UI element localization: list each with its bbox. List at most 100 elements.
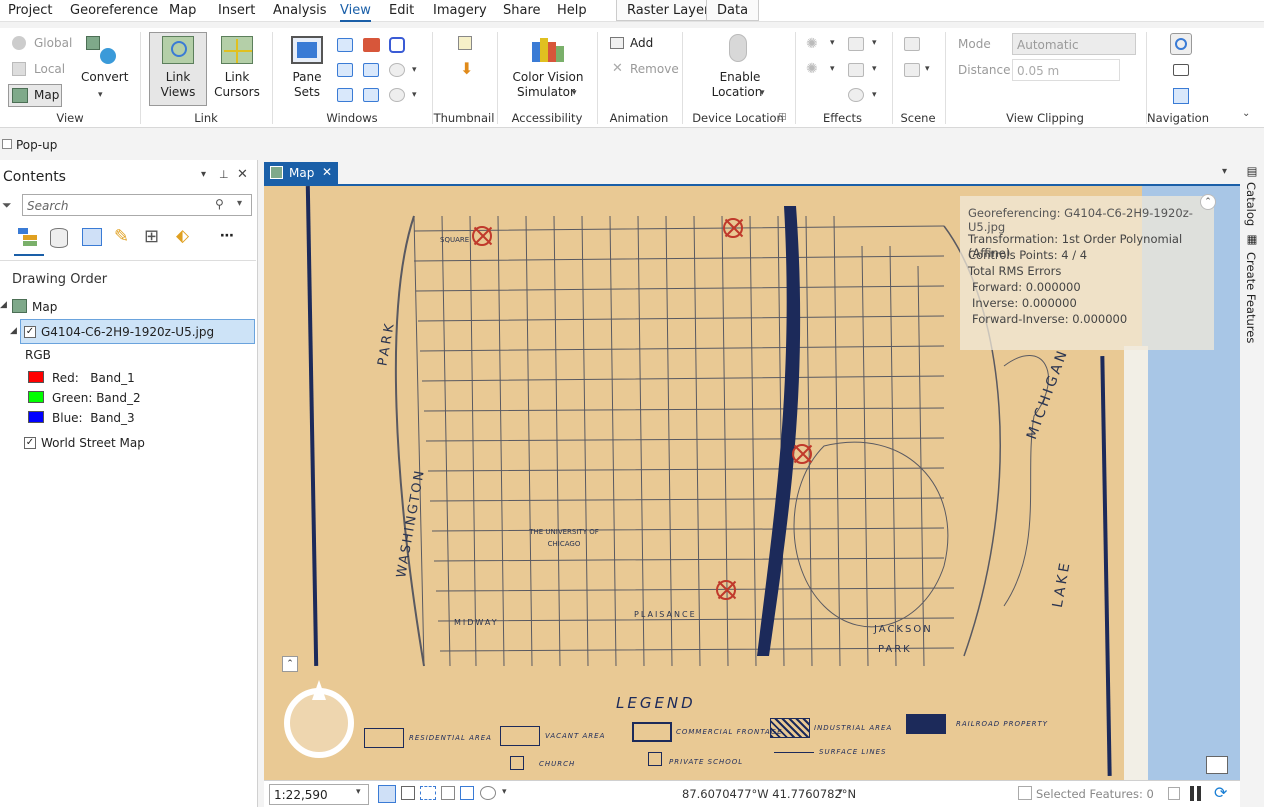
navigator-compass[interactable] xyxy=(284,680,354,758)
filter-icon[interactable] xyxy=(1168,787,1180,800)
search-input[interactable]: Search ⚲ ▾ xyxy=(22,194,252,216)
arrow-down-icon[interactable]: ⬇ xyxy=(460,61,473,77)
menu-edit[interactable]: Edit xyxy=(389,3,414,18)
map-layer-label[interactable]: Map xyxy=(32,300,57,314)
dialog-launcher-icon[interactable]: ◳ xyxy=(778,112,787,122)
create-features-tab[interactable]: Create Features xyxy=(1244,252,1258,343)
control-point-marker[interactable] xyxy=(472,226,492,246)
catalog-pane-icon[interactable] xyxy=(337,38,353,52)
settings-icon[interactable] xyxy=(389,63,405,77)
popup-label[interactable]: Pop-up xyxy=(16,138,57,152)
enable-location-label-1[interactable]: Enable xyxy=(702,70,778,85)
add-button[interactable]: Add xyxy=(630,36,653,51)
menu-map[interactable]: Map xyxy=(169,3,196,18)
chevron-down-icon[interactable]: ▾ xyxy=(237,198,242,209)
collapse-ribbon-icon[interactable]: ⌄ xyxy=(1242,108,1250,119)
tab-map[interactable]: Map ✕ xyxy=(264,162,338,184)
remove-button[interactable]: Remove xyxy=(630,62,679,77)
basemap-name[interactable]: World Street Map xyxy=(41,436,145,450)
pencil-icon[interactable]: ✎ xyxy=(114,226,129,247)
chevron-down-icon[interactable]: ▾ xyxy=(356,787,361,797)
navigator-icon[interactable] xyxy=(1170,33,1192,55)
local-button[interactable]: Local xyxy=(34,62,65,77)
menu-insert[interactable]: Insert xyxy=(218,3,255,18)
selected-features-count[interactable]: Selected Features: 0 xyxy=(1036,787,1154,801)
pause-icon[interactable] xyxy=(1190,786,1194,801)
camera-icon[interactable] xyxy=(1173,64,1189,76)
add-features-icon[interactable]: ⊞ xyxy=(144,226,159,247)
link-cursors-label-1[interactable]: Link xyxy=(212,70,262,85)
chevron-down-icon[interactable]: ▾ xyxy=(412,90,417,100)
chevron-down-icon[interactable]: ▾ xyxy=(1222,166,1227,177)
chevron-down-icon[interactable]: ▾ xyxy=(412,65,417,75)
grid-icon[interactable] xyxy=(401,786,415,800)
filter-icon[interactable]: ⏷ xyxy=(2,198,12,213)
green-band-swatch[interactable] xyxy=(28,391,44,403)
tab-data[interactable]: Data xyxy=(706,0,760,21)
chevron-down-icon[interactable]: ▾ xyxy=(838,787,843,797)
menu-view[interactable]: View xyxy=(340,3,371,22)
swipe-icon[interactable] xyxy=(848,37,864,51)
chevron-down-icon[interactable]: ▾ xyxy=(872,38,877,48)
chevron-down-icon[interactable]: ▾ xyxy=(872,90,877,100)
basemap-visibility-checkbox[interactable]: ✓ xyxy=(24,437,36,449)
gear-icon[interactable] xyxy=(389,88,405,102)
refresh-icon[interactable] xyxy=(480,786,496,800)
expand-navigator-icon[interactable]: ⌃ xyxy=(282,656,298,672)
blend-icon[interactable] xyxy=(848,88,864,102)
collapse-panel-icon[interactable]: ⌃ xyxy=(1200,194,1216,210)
more-options-icon[interactable]: ⋯ xyxy=(220,228,234,244)
menu-project[interactable]: Project xyxy=(8,3,52,18)
menu-imagery[interactable]: Imagery xyxy=(433,3,487,18)
flicker-icon[interactable] xyxy=(848,63,864,77)
tab-raster-layer[interactable]: Raster Layer xyxy=(616,0,721,21)
chevron-down-icon[interactable]: ▾ xyxy=(572,88,577,98)
correction-icon[interactable] xyxy=(441,786,455,800)
distance-input[interactable]: 0.05 m xyxy=(1012,59,1120,81)
scene-icon[interactable] xyxy=(904,37,920,51)
pane-sets-label-2[interactable]: Sets xyxy=(283,85,331,100)
refresh-icon[interactable]: ⟳ xyxy=(1214,783,1227,802)
close-icon[interactable]: ✕ xyxy=(322,165,332,179)
chevron-down-icon[interactable]: ▾ xyxy=(830,64,835,74)
chevron-down-icon[interactable]: ▾ xyxy=(925,64,930,74)
control-point-marker[interactable] xyxy=(792,444,812,464)
color-vision-label-1[interactable]: Color Vision xyxy=(507,70,589,85)
layer-visibility-checkbox[interactable]: ✓ xyxy=(24,326,36,338)
table-icon[interactable] xyxy=(337,88,353,102)
overview-icon[interactable] xyxy=(1206,756,1228,774)
search-icon[interactable]: ⚲ xyxy=(215,197,224,211)
window-icon[interactable] xyxy=(363,63,379,77)
close-icon[interactable]: ✕ xyxy=(237,167,248,182)
chevron-down-icon[interactable]: ▾ xyxy=(760,88,765,98)
selection-icon[interactable] xyxy=(82,228,102,246)
control-point-marker[interactable] xyxy=(723,218,743,238)
pin-icon[interactable]: ⊥ xyxy=(219,168,229,181)
expand-icon[interactable]: ◢ xyxy=(0,300,7,310)
map-view[interactable]: WASHINGTON PARK SQUARE THE UNIVERSITY OF… xyxy=(264,184,1240,780)
data-source-icon[interactable] xyxy=(50,228,68,248)
chevron-down-icon[interactable]: ▾ xyxy=(98,88,103,103)
label-icon[interactable]: ⬖ xyxy=(176,226,189,246)
constraints-icon[interactable] xyxy=(420,786,436,800)
link-cursors-label-2[interactable]: Cursors xyxy=(212,85,262,100)
catalog-tab[interactable]: Catalog xyxy=(1244,182,1258,226)
pane-sets-label-1[interactable]: Pane xyxy=(283,70,331,85)
drawing-order-icon[interactable] xyxy=(18,228,40,248)
layer-name[interactable]: G4104-C6-2H9-1920z-U5.jpg xyxy=(41,325,214,339)
toolbox-icon[interactable] xyxy=(363,38,380,52)
expand-icon[interactable]: ◢ xyxy=(10,326,17,336)
sun-icon[interactable]: ✺ xyxy=(806,36,818,52)
chevron-down-icon[interactable]: ▾ xyxy=(201,169,206,180)
red-band-swatch[interactable] xyxy=(28,371,44,383)
menu-share[interactable]: Share xyxy=(503,3,541,18)
mode-select[interactable]: Automatic xyxy=(1012,33,1136,55)
convert-button[interactable]: Convert xyxy=(81,70,128,85)
blue-band-swatch[interactable] xyxy=(28,411,44,423)
menu-analysis[interactable]: Analysis xyxy=(273,3,327,18)
zoom-full-icon[interactable] xyxy=(1173,88,1189,104)
chevron-down-icon[interactable]: ▾ xyxy=(830,38,835,48)
control-point-marker[interactable] xyxy=(716,580,736,600)
thumbnail-icon[interactable] xyxy=(458,36,472,50)
chevron-down-icon[interactable]: ▾ xyxy=(502,787,507,797)
